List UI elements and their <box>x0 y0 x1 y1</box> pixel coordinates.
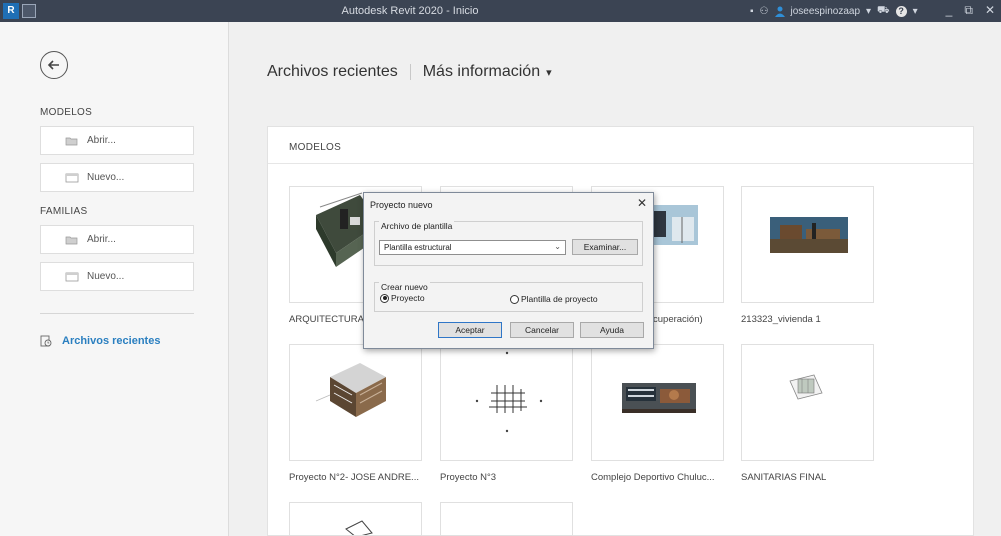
model-card-sanitarias[interactable] <box>741 344 874 461</box>
revit-start-screen: R Autodesk Revit 2020 - Inicio ▪ ⚇ josee… <box>0 0 1001 536</box>
cancel-button[interactable]: Cancelar <box>510 322 574 338</box>
models-open-label: Abrir... <box>87 135 116 146</box>
model-card-proyecto-3[interactable] <box>440 344 573 461</box>
new-project-dialog: Proyecto nuevo ✕ Archivo de plantilla Pl… <box>363 192 654 349</box>
help-chevron-icon[interactable]: ▾ <box>913 6 918 17</box>
model-thumbnail <box>345 520 373 535</box>
model-thumbnail <box>770 217 848 253</box>
dialog-title: Proyecto nuevo <box>370 200 433 210</box>
model-thumbnail <box>475 351 543 433</box>
browse-button[interactable]: Examinar... <box>572 239 638 255</box>
families-open-label: Abrir... <box>87 234 116 245</box>
recent-files-title: Archivos recientes <box>267 63 398 80</box>
recent-files-icon <box>40 335 52 347</box>
project-template-radio-label: Plantilla de proyecto <box>521 294 598 304</box>
close-icon[interactable]: ✕ <box>637 196 647 210</box>
user-name[interactable]: joseespinozaap <box>791 6 861 17</box>
model-card-label: SANITARIAS FINAL <box>741 472 827 483</box>
model-thumbnail <box>315 363 386 417</box>
header-separator <box>409 64 411 80</box>
help-button[interactable]: Ayuda <box>580 322 644 338</box>
model-card-proyecto-2[interactable] <box>289 344 422 461</box>
template-file-group: Archivo de plantilla Plantilla estructur… <box>374 221 643 266</box>
main-header: Archivos recientes Más información ▾ <box>267 63 552 81</box>
models-heading: MODELOS <box>40 107 93 118</box>
minimize-icon[interactable]: _ <box>946 3 953 18</box>
open-folder-icon <box>65 236 78 244</box>
user-icon[interactable] <box>774 6 785 17</box>
recent-files-link[interactable]: Archivos recientes <box>40 335 160 347</box>
model-card-row3-a[interactable] <box>289 502 422 536</box>
model-card-complejo[interactable] <box>591 344 724 461</box>
radio-selected-icon <box>380 293 389 303</box>
sidebar-divider <box>40 313 194 314</box>
model-card-vivienda[interactable] <box>741 186 874 303</box>
families-heading: FAMILIAS <box>40 206 88 217</box>
create-group-label: Crear nuevo <box>379 282 430 292</box>
help-icon[interactable]: ? <box>895 5 907 17</box>
title-bar-tools: ▪ ⚇ joseespinozaap ▾ ⛟ ? ▾ <box>750 4 918 18</box>
families-open-button[interactable]: Abrir... <box>40 225 194 254</box>
close-window-icon[interactable]: ✕ <box>985 3 995 18</box>
restore-icon[interactable]: ⧉ <box>964 3 973 18</box>
recent-files-label: Archivos recientes <box>62 335 161 347</box>
model-thumbnail <box>622 383 696 413</box>
project-radio-label: Proyecto <box>391 293 425 303</box>
models-new-button[interactable]: Nuevo... <box>40 163 194 192</box>
window-title: Autodesk Revit 2020 - Inicio <box>341 5 479 17</box>
model-card-label: Proyecto N°2- JOSE ANDRE... <box>289 472 419 483</box>
title-bar: R Autodesk Revit 2020 - Inicio ▪ ⚇ josee… <box>0 0 1001 22</box>
search-icon[interactable]: ▪ <box>750 6 754 17</box>
chevron-down-icon[interactable]: ▾ <box>546 66 552 79</box>
model-card-label: Proyecto N°3 <box>440 472 497 483</box>
cart-icon[interactable]: ⛟ <box>877 5 890 18</box>
window-controls: _ ⧉ ✕ <box>946 3 995 18</box>
model-card-label: Complejo Deportivo Chuluc... <box>591 472 715 483</box>
back-button[interactable] <box>40 51 68 79</box>
families-new-button[interactable]: Nuevo... <box>40 262 194 291</box>
create-new-group: Crear nuevo Proyecto Plantilla de proyec… <box>374 282 643 312</box>
chevron-down-icon[interactable]: ▾ <box>866 6 871 17</box>
new-file-icon <box>65 272 79 281</box>
sidebar: MODELOS Abrir... Nuevo... FAMILIAS Abrir… <box>0 22 229 536</box>
models-new-label: Nuevo... <box>87 172 125 183</box>
binoculars-icon[interactable]: ⚇ <box>760 6 769 17</box>
model-card-label: 213323_vivienda 1 <box>741 314 821 325</box>
arrow-left-icon <box>47 60 59 70</box>
more-info-menu[interactable]: Más información <box>423 63 540 81</box>
models-open-button[interactable]: Abrir... <box>40 126 194 155</box>
model-card-row3-b[interactable] <box>440 502 573 536</box>
new-file-icon <box>65 173 79 182</box>
template-select[interactable]: Plantilla estructural ⌄ <box>379 240 566 255</box>
project-template-radio[interactable]: Plantilla de proyecto <box>510 294 598 304</box>
project-radio[interactable]: Proyecto <box>380 293 425 303</box>
models-section-heading: MODELOS <box>268 127 973 164</box>
radio-unselected-icon <box>510 294 519 304</box>
template-group-label: Archivo de plantilla <box>379 221 455 231</box>
accept-button[interactable]: Aceptar <box>438 322 502 338</box>
model-thumbnail <box>789 374 823 400</box>
template-select-value: Plantilla estructural <box>384 243 452 252</box>
chevron-down-icon: ⌄ <box>554 242 561 251</box>
open-folder-icon <box>65 137 78 145</box>
families-new-label: Nuevo... <box>87 271 125 282</box>
